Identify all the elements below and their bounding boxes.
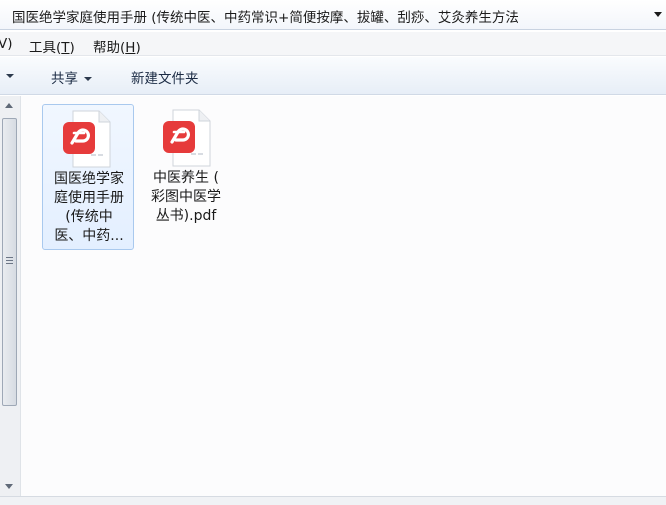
vertical-scrollbar[interactable] — [0, 96, 21, 496]
file-name-line: 庭使用手册 — [54, 190, 124, 206]
file-list-pane[interactable]: 国医绝学家 庭使用手册 (传统中 医、中药... 中医养生 ( 彩图中医学 丛书… — [0, 96, 666, 496]
scroll-grip-line — [6, 257, 13, 258]
address-bar[interactable]: 国医绝学家庭使用手册 (传统中医、中药常识+简便按摩、拔罐、刮痧、艾灸养生方法 — [0, 0, 666, 30]
file-name-line: 中医养生 ( — [153, 170, 219, 186]
scroll-up-arrow-icon[interactable] — [5, 103, 13, 108]
scroll-thumb[interactable] — [2, 118, 17, 406]
organize-dropdown-caret-icon[interactable] — [6, 74, 14, 78]
file-name-label: 中医养生 ( 彩图中医学 丛书).pdf — [140, 169, 232, 226]
scroll-grip-line — [6, 263, 13, 264]
menu-view[interactable]: V) — [0, 36, 13, 52]
pdf-file-icon — [163, 109, 211, 167]
file-item-pdf-2[interactable]: 中医养生 ( 彩图中医学 丛书).pdf — [140, 104, 232, 250]
pdf-file-icon — [63, 110, 111, 168]
scroll-grip-line — [6, 260, 13, 261]
address-dropdown-icon[interactable] — [652, 7, 664, 21]
file-item-pdf-1[interactable]: 国医绝学家 庭使用手册 (传统中 医、中药... — [42, 104, 134, 250]
file-name-line: 丛书).pdf — [155, 208, 217, 224]
menu-help-close: ) — [135, 40, 141, 56]
chevron-down-icon — [84, 77, 92, 81]
new-folder-button[interactable]: 新建文件夹 — [131, 67, 199, 87]
file-name-line: 医、中药... — [54, 228, 124, 244]
status-bar — [0, 496, 666, 505]
scroll-down-arrow-icon[interactable] — [5, 484, 13, 489]
file-name-label: 国医绝学家 庭使用手册 (传统中 医、中药... — [43, 170, 135, 246]
file-name-line: 彩图中医学 — [151, 189, 221, 205]
menu-tools-label: 工具( — [29, 40, 62, 56]
file-name-line: (传统中 — [65, 209, 113, 225]
menu-help-label: 帮助( — [93, 40, 126, 56]
command-bar: 共享 新建文件夹 — [0, 57, 666, 95]
menu-bar: V) 工具(T) 帮助(H) — [0, 32, 666, 56]
file-name-line: 国医绝学家 — [54, 171, 124, 187]
share-button[interactable]: 共享 — [51, 67, 92, 87]
menu-tools[interactable]: 工具(T) — [29, 36, 75, 56]
menu-tools-close: ) — [69, 40, 75, 56]
menu-help-accesskey: H — [125, 40, 136, 56]
address-path[interactable]: 国医绝学家庭使用手册 (传统中医、中药常识+简便按摩、拔罐、刮痧、艾灸养生方法 — [12, 6, 519, 26]
menu-help[interactable]: 帮助(H) — [93, 36, 141, 56]
share-button-label: 共享 — [51, 71, 78, 87]
menu-tools-accesskey: T — [61, 40, 70, 56]
explorer-window: 国医绝学家庭使用手册 (传统中医、中药常识+简便按摩、拔罐、刮痧、艾灸养生方法 … — [0, 0, 666, 505]
